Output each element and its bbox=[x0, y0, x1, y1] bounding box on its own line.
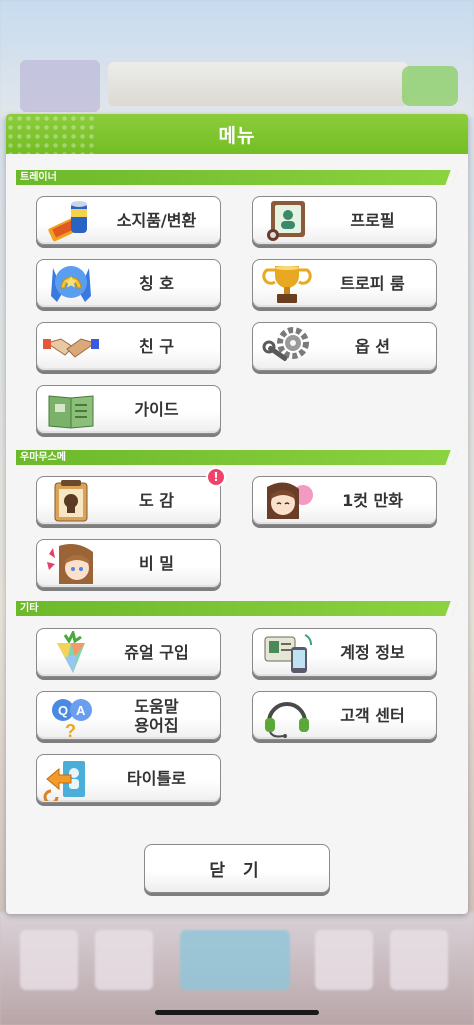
help-glossary-button[interactable]: Q A ? 도움말 용어집 bbox=[36, 691, 221, 740]
book-icon bbox=[48, 395, 94, 429]
profile-button[interactable]: 프로필 bbox=[252, 196, 437, 245]
character-secret-icon bbox=[47, 544, 93, 584]
button-label: 계정 정보 bbox=[340, 643, 405, 662]
exit-arrow-icon bbox=[43, 761, 85, 801]
section-header-umamusume: 우마무스메 bbox=[16, 450, 458, 465]
button-label: 쥬얼 구입 bbox=[124, 643, 189, 662]
friends-button[interactable]: 친 구 bbox=[36, 322, 221, 371]
trophy-icon bbox=[262, 266, 312, 303]
profile-card-icon bbox=[267, 201, 305, 241]
section-label: 트레이너 bbox=[20, 172, 57, 183]
secret-button[interactable]: 비 밀 bbox=[36, 539, 221, 588]
button-label: 타이틀로 bbox=[127, 769, 186, 788]
button-label: 소지품/변환 bbox=[116, 211, 197, 230]
button-label: 도 감 bbox=[138, 491, 174, 510]
id-card-phone-icon bbox=[264, 634, 313, 673]
title-button[interactable]: 칭 호 bbox=[36, 259, 221, 308]
close-button-label: 닫 기 bbox=[209, 861, 265, 881]
gear-wrench-icon bbox=[262, 327, 309, 361]
background-bottom-nav bbox=[0, 912, 474, 1025]
button-label: 비 밀 bbox=[138, 554, 174, 573]
section-label: 우마무스메 bbox=[20, 452, 66, 463]
dialog-title: 메뉴 bbox=[218, 124, 256, 147]
items-convert-button[interactable]: 소지품/변환 bbox=[36, 196, 221, 245]
close-button[interactable]: 닫 기 bbox=[144, 844, 330, 893]
button-label: 도움말 용어집 bbox=[134, 696, 179, 735]
button-label: 고객 센터 bbox=[340, 706, 405, 725]
headset-icon bbox=[265, 702, 309, 738]
items-can-icon bbox=[48, 201, 87, 242]
jewel-carrot-icon bbox=[57, 631, 85, 673]
button-label: 1컷 만화 bbox=[342, 491, 403, 510]
button-label: 칭 호 bbox=[138, 274, 174, 293]
section-header-etc: 기타 bbox=[16, 601, 458, 616]
svg-text:?: ? bbox=[65, 721, 76, 738]
guide-button[interactable]: 가이드 bbox=[36, 385, 221, 434]
button-label: 옵 션 bbox=[354, 337, 390, 356]
svg-text:A: A bbox=[76, 703, 86, 718]
options-button[interactable]: 옵 션 bbox=[252, 322, 437, 371]
one-cut-comic-button[interactable]: 1컷 만화 bbox=[252, 476, 437, 525]
horseshoe-medal-icon bbox=[51, 266, 91, 302]
button-label: 가이드 bbox=[134, 400, 179, 419]
customer-center-button[interactable]: 고객 센터 bbox=[252, 691, 437, 740]
section-label: 기타 bbox=[20, 603, 39, 614]
menu-dialog: 메뉴 트레이너 소지품/변환 프로필 칭 호 트로피 룸 친 구 옵 션 가이드… bbox=[6, 114, 468, 914]
trophy-room-button[interactable]: 트로피 룸 bbox=[252, 259, 437, 308]
character-comic-icon bbox=[267, 482, 313, 519]
notification-badge: ! bbox=[206, 467, 226, 487]
notepad-icon bbox=[54, 480, 88, 522]
svg-text:Q: Q bbox=[58, 703, 68, 718]
section-header-trainer: 트레이너 bbox=[16, 170, 458, 185]
account-info-button[interactable]: 계정 정보 bbox=[252, 628, 437, 677]
to-title-button[interactable]: 타이틀로 bbox=[36, 754, 221, 803]
home-indicator bbox=[155, 1010, 319, 1015]
background-blurred-panel bbox=[20, 60, 100, 112]
qa-bubble-icon: Q A ? bbox=[52, 699, 92, 738]
encyclopedia-button[interactable]: 도 감 ! bbox=[36, 467, 226, 525]
button-label: 친 구 bbox=[138, 337, 174, 356]
background-blurred-bar bbox=[108, 62, 408, 106]
handshake-icon bbox=[43, 338, 99, 358]
background-blurred-button bbox=[402, 66, 458, 106]
dialog-header: 메뉴 bbox=[6, 114, 468, 154]
jewel-purchase-button[interactable]: 쥬얼 구입 bbox=[36, 628, 221, 677]
button-label: 트로피 룸 bbox=[340, 274, 405, 293]
button-label: 프로필 bbox=[350, 211, 395, 230]
